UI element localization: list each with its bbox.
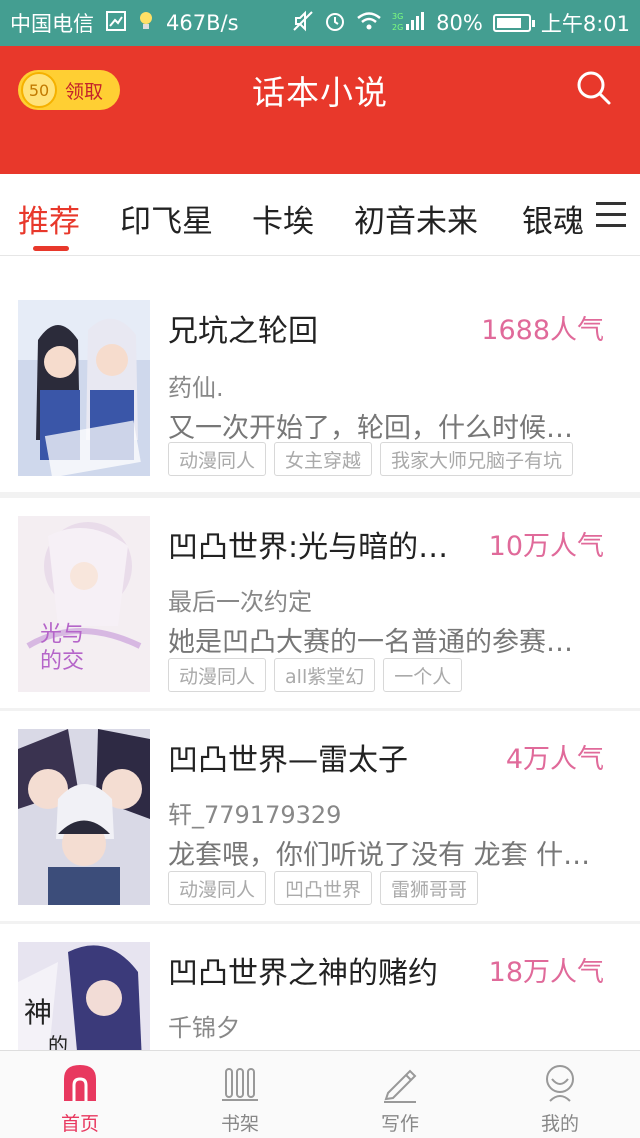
book-author: 轩_779179329: [168, 801, 342, 829]
book-title: 凹凸世界之神的赌约: [168, 956, 438, 991]
list-item[interactable]: 兄坑之轮回 1688人气 药仙. 又一次开始了，轮回，什么时候… 动漫同人 女主…: [0, 284, 640, 492]
book-cover[interactable]: 神 的: [18, 942, 150, 1050]
book-cover[interactable]: [18, 729, 150, 905]
tag-list: 动漫同人 all紫堂幻 一个人: [168, 658, 463, 692]
tab-recommend[interactable]: 推荐: [18, 196, 80, 241]
tag[interactable]: 雷狮哥哥: [380, 871, 479, 905]
tab-menu-icon[interactable]: [584, 174, 640, 254]
list-item[interactable]: 凹凸世界—雷太子 4万人气 轩_779179329 龙套喂，你们听说了没有 龙套…: [0, 711, 640, 921]
book-author: 药仙.: [168, 374, 224, 402]
tag[interactable]: 女主穿越: [274, 442, 373, 476]
tab-hatsune-miku[interactable]: 初音未来: [354, 196, 478, 241]
nav-bookshelf[interactable]: 书架: [160, 1051, 320, 1138]
home-icon: [60, 1063, 100, 1103]
tag-list: 动漫同人 凹凸世界 雷狮哥哥: [168, 871, 479, 905]
svg-text:的: 的: [48, 1033, 68, 1050]
popularity-count: 1688人气: [481, 315, 604, 346]
profile-icon: [540, 1063, 580, 1103]
battery-icon: [492, 14, 535, 32]
bookshelf-icon: [220, 1063, 260, 1103]
tag[interactable]: 我家大师兄脑子有坑: [380, 442, 574, 476]
image-notification-icon: [106, 10, 126, 36]
lightbulb-icon: [138, 10, 154, 37]
book-title: 兄坑之轮回: [168, 314, 318, 349]
alarm-icon: [324, 10, 346, 37]
popularity-count: 18万人气: [488, 957, 604, 988]
category-tabs: 推荐 印飞星 卡埃 初音未来 银魂: [0, 174, 640, 256]
book-description: 她是凹凸大赛的一名普通的参赛…: [168, 627, 573, 658]
svg-text:神: 神: [24, 996, 52, 1029]
book-description: 又一次开始了，轮回，什么时候…: [168, 413, 573, 444]
tab-kaai[interactable]: 卡埃: [252, 196, 314, 241]
book-title: 凹凸世界:光与暗的…: [168, 530, 449, 565]
nav-write[interactable]: 写作: [320, 1051, 480, 1138]
battery-percent: 80%: [436, 11, 483, 35]
tag[interactable]: 动漫同人: [168, 871, 267, 905]
svg-text:的交: 的交: [40, 649, 84, 674]
book-author: 最后一次约定: [168, 588, 312, 616]
mute-icon: [292, 10, 314, 37]
svg-text:2G: 2G: [392, 23, 403, 32]
active-tab-indicator: [33, 246, 69, 251]
nav-bookshelf-label: 书架: [220, 1113, 259, 1135]
tag[interactable]: 一个人: [383, 658, 463, 692]
search-icon[interactable]: [574, 68, 614, 108]
tag[interactable]: all紫堂幻: [274, 658, 376, 692]
tag[interactable]: 凹凸世界: [274, 871, 373, 905]
book-description: 龙套喂，你们听说了没有 龙套 什…: [168, 840, 591, 871]
popularity-count: 4万人气: [505, 744, 604, 775]
wifi-icon: [356, 11, 382, 36]
nav-profile[interactable]: 我的: [480, 1051, 640, 1138]
nav-home[interactable]: 首页: [0, 1051, 160, 1138]
tag-list: 动漫同人 女主穿越 我家大师兄脑子有坑: [168, 442, 574, 476]
clock: 上午8:01: [540, 12, 630, 36]
pencil-icon: [380, 1063, 420, 1103]
list-item[interactable]: 光与 的交 凹凸世界:光与暗的… 10万人气 最后一次约定 她是凹凸大赛的一名普…: [0, 498, 640, 708]
app-title: 话本小说: [252, 73, 388, 112]
book-cover[interactable]: 光与 的交: [18, 516, 150, 692]
tab-gintama[interactable]: 银魂: [522, 196, 584, 241]
book-cover[interactable]: [18, 300, 150, 476]
book-author: 千锦夕: [168, 1014, 240, 1042]
bottom-navigation: 首页 书架 写作 我的: [0, 1050, 640, 1138]
popularity-count: 10万人气: [488, 531, 604, 562]
tag[interactable]: 动漫同人: [168, 442, 267, 476]
nav-profile-label: 我的: [540, 1113, 579, 1135]
tab-yinfeixing[interactable]: 印飞星: [120, 196, 213, 241]
carrier-label: 中国电信: [10, 12, 94, 36]
tag[interactable]: 动漫同人: [168, 658, 267, 692]
svg-text:光与: 光与: [40, 622, 84, 647]
network-speed: 467B/s: [166, 11, 239, 35]
status-bar: 中国电信 467B/s 3G 2G 80% 上午8:01: [0, 0, 640, 46]
nav-home-label: 首页: [60, 1113, 99, 1135]
book-title: 凹凸世界—雷太子: [168, 743, 408, 778]
svg-text:3G: 3G: [392, 12, 403, 21]
nav-write-label: 写作: [380, 1113, 419, 1135]
list-item[interactable]: 神 的 凹凸世界之神的赌约 18万人气 千锦夕: [0, 924, 640, 1050]
signal-icon: 3G 2G: [392, 10, 426, 37]
